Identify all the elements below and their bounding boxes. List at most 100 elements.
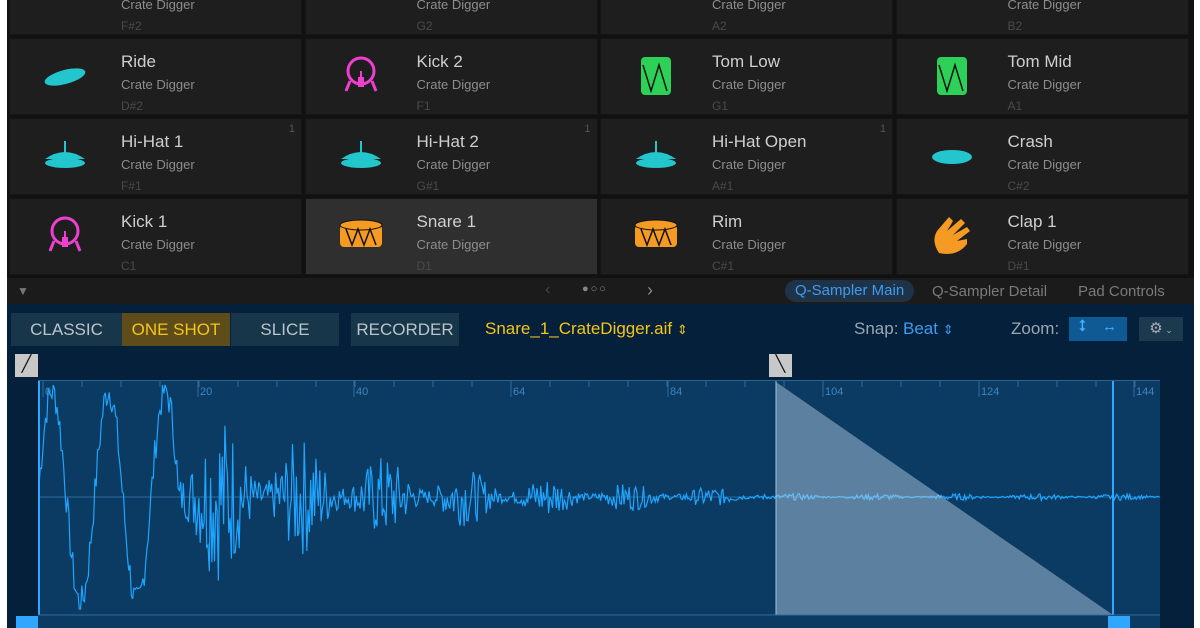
q-sampler-panel: CLASSIC ONE SHOT SLICE RECORDER Snare_1_… [7,304,1194,628]
pad-name: Hi-Hat 1 [121,132,184,151]
sample-file-name: Snare_1_CrateDigger.aif [485,319,673,338]
snap-value: Beat [903,319,938,338]
prev-page-chevron-icon[interactable]: ‹ [545,281,550,299]
snare-icon [339,219,382,248]
start-marker-handle[interactable] [16,616,38,628]
pad-name: Hi-Hat Open [712,132,807,151]
pad-name: Hi-Hat 2 [416,132,479,151]
conga-icon [927,0,977,17]
pad-note: D1 [416,259,432,273]
pad-name: Crash [1007,132,1053,151]
zoom-horizontal-icon[interactable]: ↔ [1102,318,1117,335]
pad-rim[interactable]: Rim Crate Digger C#1 [600,198,893,275]
pad-note: C1 [121,259,137,273]
choke-group: 1 [879,123,886,135]
zoom-label: Zoom: [1011,319,1060,338]
zoom-vertical-icon[interactable]: ⭥ [1078,318,1087,336]
snap-selector[interactable]: Beat ⇕ [903,319,954,339]
pad-kit: Crate Digger [1007,237,1082,252]
pad-kit: Crate Digger [121,0,195,12]
tambourine-icon [40,0,90,17]
conga-icon [631,0,681,17]
ruler-label: 104 [825,386,843,398]
page-dots[interactable]: ●○○ [582,283,608,295]
mode-slice-button[interactable]: SLICE [231,313,339,346]
fade-out-handle[interactable]: ╲ [769,354,792,377]
pad-kit: Crate Digger [416,237,491,252]
pad-note: A2 [712,19,727,33]
next-page-chevron-icon[interactable]: › [647,280,653,301]
pad-note: C#1 [712,259,735,273]
pad-note: F1 [416,99,431,113]
pad-kick-2[interactable]: Kick 2 Crate Digger F1 [304,38,598,115]
pad-note: G2 [416,19,433,33]
crash-cymbal-icon [931,150,972,164]
pad-tom-low[interactable]: Tom Low Crate Digger G1 [600,38,893,115]
fade-in-handle[interactable]: ╱ [15,354,38,377]
tab-q-sampler-main[interactable]: Q-Sampler Main [785,280,915,302]
recorder-button[interactable]: RECORDER [351,313,459,346]
pad-kit: Crate Digger [121,77,195,92]
pad-top-2[interactable]: Crate Digger A2 [600,0,893,35]
snare-icon [634,219,678,248]
pad-note: C#2 [1007,179,1030,193]
mode-classic-button[interactable]: CLASSIC [11,313,122,346]
pad-note: B2 [1007,19,1023,33]
pad-name: Tom Mid [1007,52,1072,71]
waveform-area[interactable]: 0 20 40 64 84 104 124 144 [38,380,1160,628]
pad-top-3[interactable]: Crate Digger B2 [895,0,1189,35]
kick-drum-icon [344,56,377,92]
pad-name: Clap 1 [1007,212,1057,231]
pad-name: Ride [121,52,156,71]
ride-cymbal-icon [44,68,86,86]
pad-name: Snare 1 [416,212,477,231]
pad-hi-hat-open[interactable]: Hi-Hat Open Crate Digger A#1 1 [600,118,893,195]
waveform-svg: 0 20 40 64 84 104 124 144 [38,381,1160,616]
pad-hi-hat-1[interactable]: Hi-Hat 1 Crate Digger F#1 1 [9,118,302,195]
hihat-icon [45,141,85,168]
pad-kit: Crate Digger [416,77,491,92]
pad-hi-hat-2[interactable]: Hi-Hat 2 Crate Digger G#1 1 [304,118,598,195]
tab-pad-controls[interactable]: Pad Controls [1078,283,1165,300]
pad-kit: Crate Digger [1007,0,1082,12]
tom-icon [641,57,671,95]
pad-name: Rim [712,212,743,231]
ruler-label: 144 [1136,386,1154,398]
gear-icon: ⚙ [1149,320,1163,337]
choke-group: 1 [288,123,295,135]
settings-gear-button[interactable]: ⚙ ⌄ [1139,317,1183,341]
sample-file-selector[interactable]: Snare_1_CrateDigger.aif ⇕ [485,319,688,339]
pad-note: F#1 [121,179,142,193]
chevron-down-icon: ⌄ [1162,325,1173,335]
pad-top-1[interactable]: Crate Digger G2 [304,0,598,35]
kick-drum-icon [48,216,82,252]
pad-crash[interactable]: Crash Crate Digger C#2 [895,118,1189,195]
snap-label: Snap: [854,319,899,338]
end-marker-handle[interactable] [1108,616,1130,628]
ruler-label: 40 [356,386,368,398]
pad-tom-mid[interactable]: Tom Mid Crate Digger A1 [895,38,1189,115]
pad-kit: Crate Digger [712,77,786,92]
updown-chevron-icon: ⇕ [676,322,688,337]
pad-kit: Crate Digger [1007,77,1082,92]
shaker-icon [336,0,386,17]
pad-clap-1[interactable]: Clap 1 Crate Digger D#1 [895,198,1189,275]
pad-note: A#1 [712,179,734,193]
pad-kit: Crate Digger [416,157,491,172]
pad-snare-1[interactable]: Snare 1 Crate Digger D1 [304,198,598,275]
pad-note: D#1 [1007,259,1030,273]
pad-ride[interactable]: Ride Crate Digger D#2 [9,38,302,115]
collapse-triangle-icon[interactable]: ▼ [17,284,29,298]
pad-kit: Crate Digger [416,0,491,12]
ruler-label: 20 [200,386,212,398]
pad-nav-bar: ▼ ‹ ●○○ › Q-Sampler Main Q-Sampler Detai… [7,278,1194,304]
pad-kit: Crate Digger [712,237,786,252]
tab-q-sampler-detail[interactable]: Q-Sampler Detail [932,283,1047,300]
pad-kit: Crate Digger [121,157,195,172]
mode-one-shot-button[interactable]: ONE SHOT [122,313,230,346]
pad-kit: Crate Digger [121,237,195,252]
pad-kick-1[interactable]: Kick 1 Crate Digger C1 [9,198,302,275]
pad-top-0[interactable]: Crate Digger F#2 [9,0,302,35]
pad-note: F#2 [121,19,142,33]
tom-icon [936,57,967,95]
